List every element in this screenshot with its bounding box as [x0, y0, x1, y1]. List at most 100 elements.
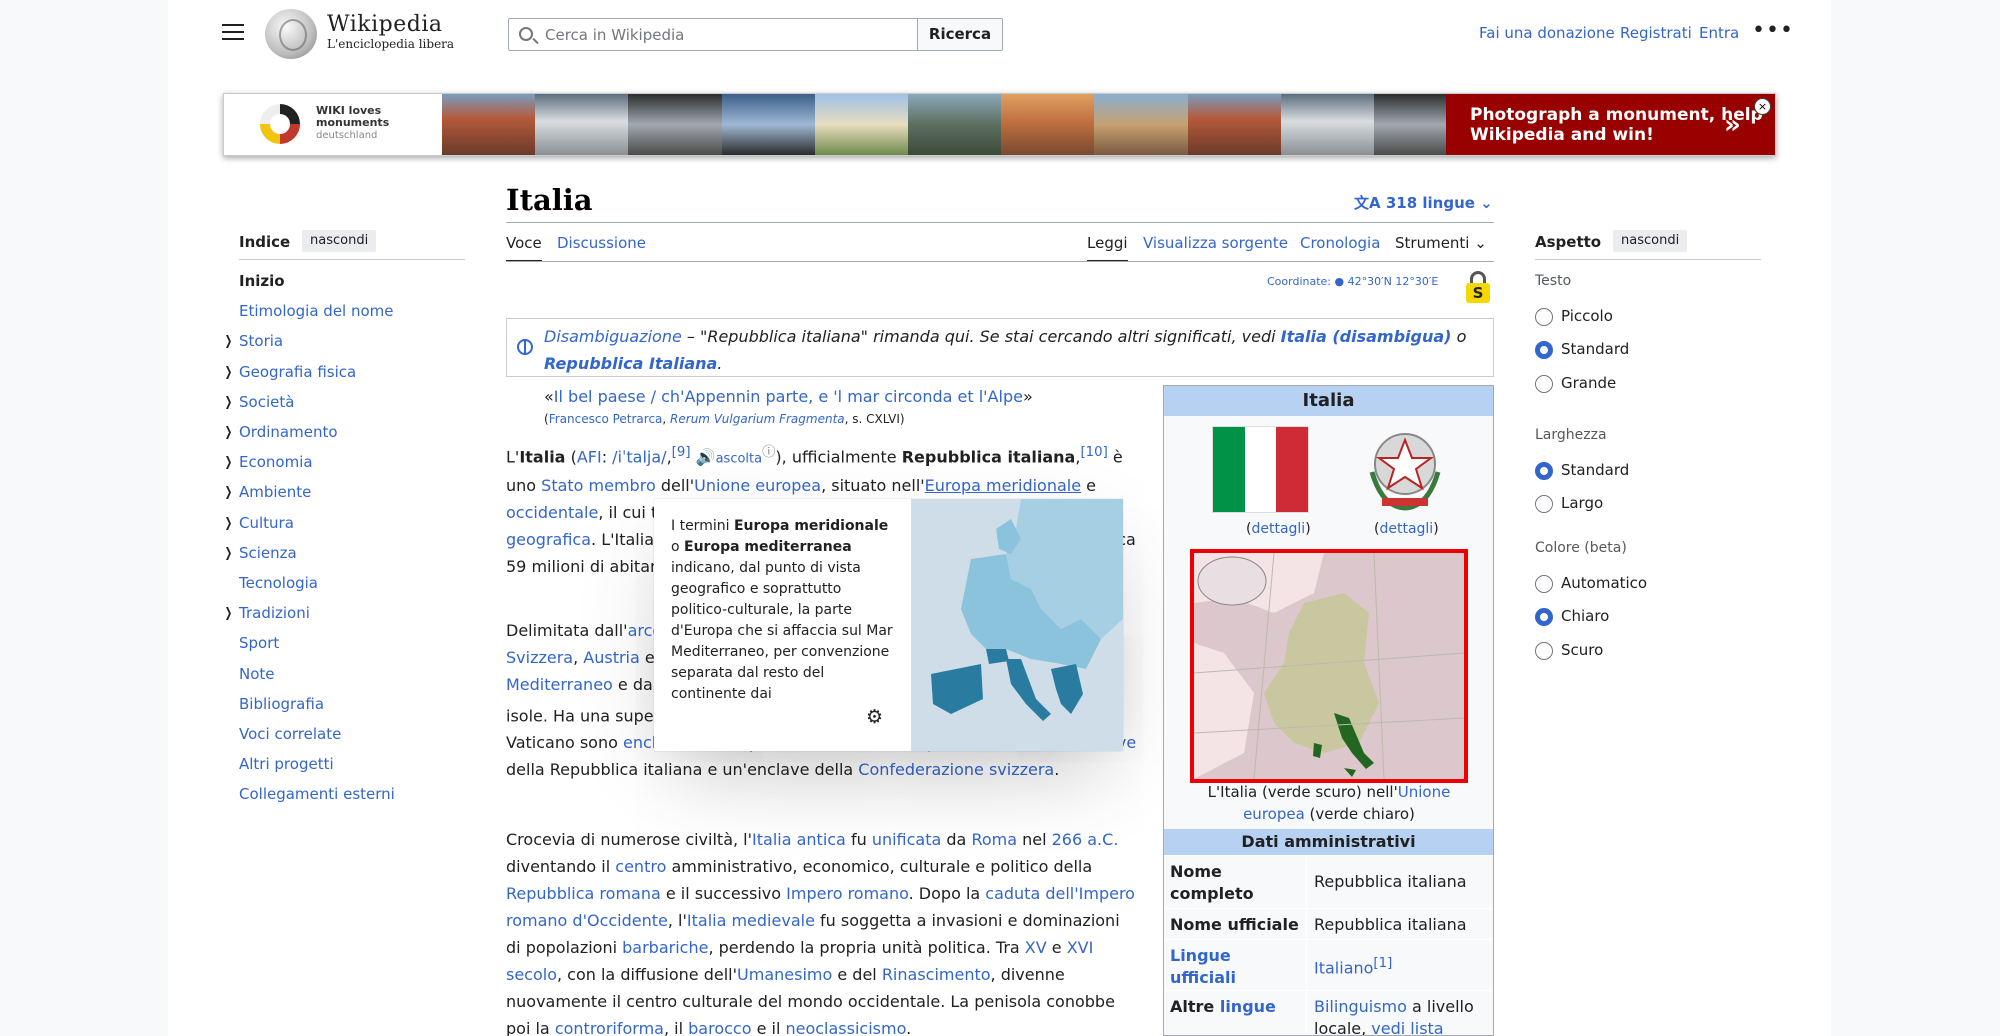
semi-protection-lock-icon[interactable]: S	[1466, 271, 1490, 303]
bilinguismo-link[interactable]: Bilinguismo	[1314, 997, 1407, 1016]
wlm-logo-text: WIKI loves monuments	[316, 105, 389, 129]
emblem-details-link[interactable]: dettagli	[1379, 521, 1433, 537]
toc-item[interactable]: Ambiente	[239, 483, 311, 501]
lingue-link[interactable]: lingue	[1220, 997, 1276, 1016]
appearance-divider	[1535, 259, 1761, 260]
toc-item[interactable]: Scienza	[239, 544, 297, 562]
map-caption: L'Italia (verde scuro) nell'Unione europ…	[1184, 781, 1474, 825]
language-button[interactable]: 文A 318 lingue ⌄	[1354, 192, 1493, 213]
toc-item[interactable]: Storia	[239, 332, 283, 350]
disambiguation-link[interactable]: Disambiguazione	[544, 327, 682, 346]
quote-link[interactable]: Il bel paese / ch'Appennin parte, e 'l m…	[554, 387, 1023, 406]
link-preview-popup[interactable]: I termini Europa meridionale o Europa me…	[654, 499, 1123, 751]
width-option-label[interactable]: Standard	[1561, 461, 1629, 479]
repubblica-italiana-link[interactable]: Repubblica Italiana	[544, 354, 717, 373]
color-option-label[interactable]: Scuro	[1561, 641, 1603, 659]
infobox-title: Italia	[1164, 386, 1493, 416]
row-key-link[interactable]: Lingue ufficiali	[1170, 945, 1300, 989]
tab-visualizza-sorgente[interactable]: Visualizza sorgente	[1143, 234, 1288, 252]
toc-expand-chevron-icon[interactable]: ❯	[225, 334, 233, 349]
row-value: Italiano[1]	[1314, 953, 1484, 979]
toc-item[interactable]: Cultura	[239, 514, 294, 532]
more-options-icon[interactable]: •••	[1752, 20, 1794, 42]
coord-value[interactable]: 42°30′N 12°30′E	[1348, 275, 1439, 288]
toc-expand-chevron-icon[interactable]: ❯	[225, 516, 233, 531]
banner-arrow-icon[interactable]: »	[1724, 110, 1741, 140]
toc-expand-chevron-icon[interactable]: ❯	[225, 546, 233, 561]
width-radio[interactable]	[1535, 495, 1553, 513]
search-input[interactable]	[545, 23, 905, 47]
preview-settings-gear-icon[interactable]: ⚙	[866, 706, 883, 728]
quote-work-link[interactable]: Rerum Vulgarium Fragmenta	[670, 412, 845, 426]
tab-voce[interactable]: Voce	[506, 234, 542, 262]
tab-leggi[interactable]: Leggi	[1087, 234, 1128, 262]
tab-strumenti[interactable]: Strumenti ⌄	[1395, 234, 1487, 252]
toc-item[interactable]: Altri progetti	[239, 755, 334, 773]
quote-author-link[interactable]: Francesco Petrarca	[549, 412, 663, 426]
toc-item[interactable]: Sport	[239, 634, 279, 652]
register-link[interactable]: Registrati	[1620, 24, 1692, 42]
text-size-radio[interactable]	[1535, 341, 1553, 359]
toc-hide-button[interactable]: nascondi	[302, 230, 377, 252]
campaign-banner[interactable]: WIKI loves monuments deutschland Photogr…	[223, 93, 1776, 156]
toc-item[interactable]: Note	[239, 665, 275, 683]
citation-link[interactable]: [1]	[1373, 956, 1392, 971]
italy-emblem-image[interactable]	[1362, 422, 1448, 514]
toc-item[interactable]: Ordinamento	[239, 423, 338, 441]
toc-item[interactable]: Tradizioni	[239, 604, 310, 622]
color-option-label[interactable]: Automatico	[1561, 574, 1647, 592]
text-size-radio[interactable]	[1535, 308, 1553, 326]
search-icon	[519, 27, 533, 41]
banner-close-icon[interactable]: ×	[1754, 98, 1771, 115]
toc-item[interactable]: Tecnologia	[239, 574, 318, 592]
toc-item[interactable]: Voci correlate	[239, 725, 341, 743]
row-separator	[1306, 940, 1307, 990]
search-button[interactable]: Ricerca	[917, 18, 1003, 51]
toc-expand-chevron-icon[interactable]: ❯	[225, 425, 233, 440]
appearance-hide-button[interactable]: nascondi	[1613, 230, 1688, 252]
toc-expand-chevron-icon[interactable]: ❯	[225, 485, 233, 500]
color-option-label[interactable]: Chiaro	[1561, 607, 1609, 625]
main-menu-icon[interactable]	[222, 24, 244, 42]
toc-expand-chevron-icon[interactable]: ❯	[225, 365, 233, 380]
flag-details-link[interactable]: dettagli	[1251, 521, 1305, 537]
toc-expand-chevron-icon[interactable]: ❯	[225, 455, 233, 470]
toc-item[interactable]: Etimologia del nome	[239, 302, 394, 320]
width-radio[interactable]	[1535, 462, 1553, 480]
tab-cronologia[interactable]: Cronologia	[1300, 234, 1380, 252]
italiano-link[interactable]: Italiano	[1314, 958, 1373, 977]
text-size-option-label[interactable]: Standard	[1561, 340, 1629, 358]
italy-flag-image[interactable]	[1212, 426, 1309, 513]
login-link[interactable]: Entra	[1699, 24, 1739, 42]
site-header: Wikipedia L'enciclopedia libera Ricerca …	[0, 0, 2000, 70]
donate-link[interactable]: Fai una donazione	[1479, 24, 1615, 42]
lingue-ufficiali-link[interactable]: Lingue ufficiali	[1170, 946, 1236, 987]
color-radio[interactable]	[1535, 642, 1553, 660]
toc-item[interactable]: Collegamenti esterni	[239, 785, 395, 803]
toc-item[interactable]: Inizio	[239, 272, 285, 290]
text-size-option-label[interactable]: Piccolo	[1561, 307, 1613, 325]
epigraph-source: (Francesco Petrarca, Rerum Vulgarium Fra…	[544, 412, 905, 426]
disambiguation-or: o	[1451, 327, 1467, 346]
toc-item[interactable]: Economia	[239, 453, 313, 471]
preview-text: I termini Europa meridionale o Europa me…	[671, 516, 899, 705]
toc-item[interactable]: Geografia fisica	[239, 363, 356, 381]
quote-ref: , s. CXLVI)	[844, 412, 905, 426]
toc-item[interactable]: Società	[239, 393, 294, 411]
row-key-text: Altre	[1170, 997, 1220, 1016]
italia-disambigua-link[interactable]: Italia (disambigua)	[1281, 327, 1452, 346]
vedi-lista-link[interactable]: vedi lista	[1371, 1019, 1443, 1035]
tab-discussione[interactable]: Discussione	[557, 234, 646, 252]
toc-item[interactable]: Bibliografia	[239, 695, 324, 713]
color-radio[interactable]	[1535, 575, 1553, 593]
color-radio[interactable]	[1535, 608, 1553, 626]
coordinates[interactable]: Coordinate: ● 42°30′N 12°30′E	[1267, 275, 1438, 288]
toc-expand-chevron-icon[interactable]: ❯	[225, 606, 233, 621]
wikipedia-globe-icon[interactable]	[265, 9, 317, 59]
width-option-label[interactable]: Largo	[1561, 494, 1603, 512]
location-map[interactable]	[1190, 549, 1468, 783]
wikipedia-wordmark[interactable]: Wikipedia	[327, 12, 442, 37]
toc-expand-chevron-icon[interactable]: ❯	[225, 395, 233, 410]
text-size-radio[interactable]	[1535, 375, 1553, 393]
text-size-option-label[interactable]: Grande	[1561, 374, 1616, 392]
